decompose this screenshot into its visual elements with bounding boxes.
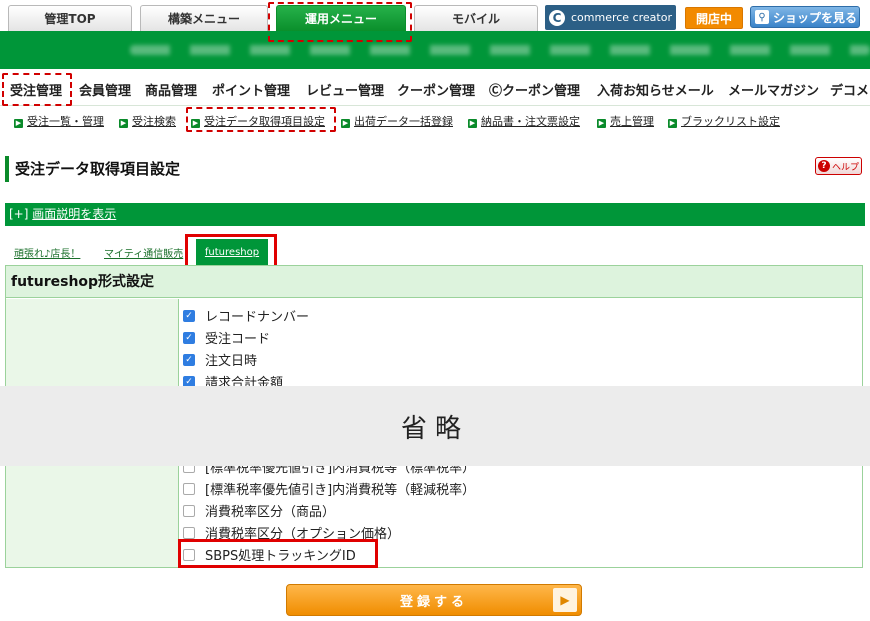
help-label: ヘルプ: [832, 162, 860, 173]
tab-admin-top[interactable]: 管理TOP: [8, 5, 132, 31]
field-label: 受注コード: [205, 332, 271, 347]
nav-product-management[interactable]: 商品管理: [145, 80, 197, 99]
commerce-creator-logo-icon: C: [549, 9, 565, 26]
field-label: [標準税率優先値引き]内消費税等（軽減税率）: [205, 483, 476, 498]
nav-deco-mail[interactable]: デコメ: [830, 80, 869, 99]
blurred-header-info: [130, 45, 870, 55]
arrow-right-icon: ▶: [119, 119, 128, 128]
checkbox-checked-icon[interactable]: ✓: [183, 331, 195, 344]
screen-description-toggle[interactable]: [+] 画面説明を表示: [5, 203, 865, 226]
subnav-blacklist-label: ブラックリスト設定: [681, 115, 780, 128]
tab-operation-menu[interactable]: 運用メニュー: [276, 5, 406, 31]
subnav-order-data-settings[interactable]: ▶ 受注データ取得項目設定: [191, 113, 325, 129]
nav-coupon-management[interactable]: クーポン管理: [397, 80, 475, 99]
nav-member-management[interactable]: 会員管理: [79, 80, 131, 99]
field-label: 注文日時: [205, 354, 258, 369]
field-tax-category-option[interactable]: 消費税率区分（オプション価格）: [183, 523, 400, 542]
tab-ganbare-tencho[interactable]: 頑張れ♪店長！: [14, 245, 80, 260]
nav-c-coupon-management[interactable]: Ⓒクーポン管理: [489, 80, 580, 99]
arrow-right-icon: ▶: [14, 119, 23, 128]
header-green-bar: [0, 31, 870, 69]
nav-order-management[interactable]: 受注管理: [10, 80, 62, 99]
main-nav: 受注管理 会員管理 商品管理 ポイント管理 レビュー管理 クーポン管理 Ⓒクーポ…: [0, 70, 870, 106]
nav-review-management[interactable]: レビュー管理: [306, 80, 384, 99]
arrow-right-icon: ▶: [597, 119, 606, 128]
field-record-number[interactable]: ✓ レコードナンバー: [183, 306, 309, 325]
checkbox-checked-icon[interactable]: ✓: [183, 353, 195, 366]
tab-futureshop[interactable]: futureshop: [196, 239, 268, 265]
sub-nav: ▶ 受注一覧・管理 ▶ 受注検索 ▶ 受注データ取得項目設定 ▶ 出荷データ一括登録 ▶…: [0, 106, 870, 134]
register-button[interactable]: 登録する ▶: [286, 584, 582, 616]
tab-mobile[interactable]: モバイル: [414, 5, 538, 31]
top-tab-bar: 管理TOP 構築メニュー 運用メニュー モバイル C commerce crea…: [0, 0, 870, 33]
subnav-sales-management-label: 売上管理: [610, 115, 654, 128]
checkbox-unchecked-icon[interactable]: [183, 526, 195, 539]
subnav-order-data-settings-label: 受注データ取得項目設定: [204, 115, 325, 128]
question-icon: ?: [818, 160, 830, 172]
panel-title: futureshop形式設定: [6, 266, 862, 298]
store-status-badge: 開店中: [685, 7, 743, 29]
subnav-order-list-label: 受注一覧・管理: [27, 115, 104, 128]
field-order-code[interactable]: ✓ 受注コード: [183, 328, 270, 347]
field-label: SBPS処理トラッキングID: [205, 549, 356, 564]
view-shop-label: ショップを見る: [773, 10, 858, 25]
field-label: 消費税率区分（商品）: [205, 505, 336, 520]
arrow-right-icon: ▶: [468, 119, 477, 128]
commerce-creator-button[interactable]: C commerce creator: [545, 5, 676, 30]
field-label: レコードナンバー: [205, 310, 310, 325]
magnifier-icon: ⚲: [755, 10, 769, 24]
checkbox-unchecked-icon[interactable]: [183, 504, 195, 517]
field-tax-category-product[interactable]: 消費税率区分（商品）: [183, 501, 335, 520]
nav-mail-magazine[interactable]: メールマガジン: [728, 80, 819, 99]
expander-prefix: [+]: [9, 207, 29, 221]
app-root: 管理TOP 構築メニュー 運用メニュー モバイル C commerce crea…: [0, 0, 870, 621]
expander-link[interactable]: 画面説明を表示: [32, 207, 116, 221]
tab-build-menu[interactable]: 構築メニュー: [140, 5, 268, 31]
subnav-invoice-settings-label: 納品書・注文票設定: [481, 115, 580, 128]
checkbox-unchecked-icon[interactable]: [183, 482, 195, 495]
arrow-right-icon: ▶: [191, 119, 200, 128]
subnav-order-list[interactable]: ▶ 受注一覧・管理: [14, 113, 104, 129]
register-label: 登録する: [399, 594, 468, 610]
field-order-datetime[interactable]: ✓ 注文日時: [183, 350, 257, 369]
arrow-right-icon: ▶: [341, 119, 350, 128]
page-title: 受注データ取得項目設定: [5, 156, 180, 182]
subnav-order-search[interactable]: ▶ 受注検索: [119, 113, 176, 129]
nav-restock-mail[interactable]: 入荷お知らせメール: [597, 80, 714, 99]
play-arrow-icon: ▶: [553, 588, 577, 612]
subnav-shipping-bulk[interactable]: ▶ 出荷データ一括登録: [341, 113, 453, 129]
commerce-creator-label: commerce creator: [571, 11, 672, 24]
subnav-order-search-label: 受注検索: [132, 115, 176, 128]
tab-mighty-tsushin[interactable]: マイティ通信販売: [104, 245, 183, 260]
subnav-invoice-settings[interactable]: ▶ 納品書・注文票設定: [468, 113, 580, 129]
field-label: 消費税率区分（オプション価格）: [205, 527, 401, 542]
checkbox-unchecked-icon[interactable]: [183, 548, 195, 561]
subnav-shipping-bulk-label: 出荷データ一括登録: [354, 115, 453, 128]
field-tax-reduced[interactable]: [標準税率優先値引き]内消費税等（軽減税率）: [183, 479, 475, 498]
arrow-right-icon: ▶: [668, 119, 677, 128]
help-button[interactable]: ? ヘルプ: [815, 157, 862, 175]
nav-point-management[interactable]: ポイント管理: [212, 80, 290, 99]
subnav-blacklist[interactable]: ▶ ブラックリスト設定: [668, 113, 780, 129]
subnav-sales-management[interactable]: ▶ 売上管理: [597, 113, 654, 129]
omitted-overlay: 省略: [0, 386, 870, 466]
field-sbps-tracking-id[interactable]: SBPS処理トラッキングID: [183, 545, 356, 564]
checkbox-checked-icon[interactable]: ✓: [183, 309, 195, 322]
view-shop-button[interactable]: ⚲ ショップを見る: [750, 6, 860, 28]
